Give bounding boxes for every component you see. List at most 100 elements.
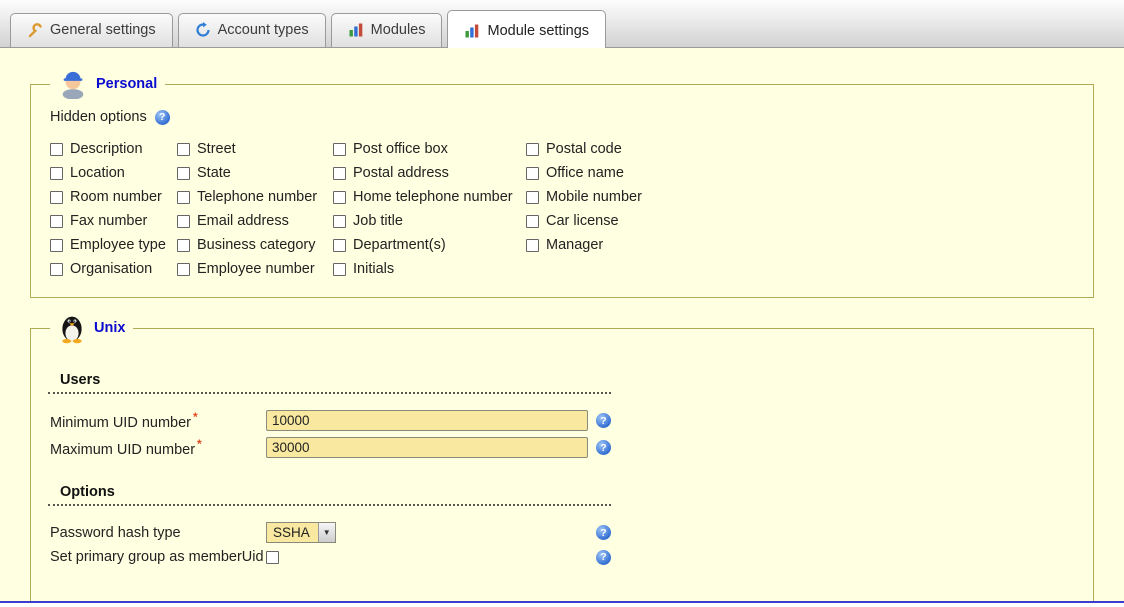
hidden-option[interactable]: Postal code bbox=[526, 141, 1077, 157]
hidden-option-checkbox[interactable] bbox=[50, 143, 63, 156]
hidden-option-checkbox[interactable] bbox=[50, 239, 63, 252]
hidden-option-checkbox[interactable] bbox=[50, 167, 63, 180]
hidden-option-label: Mobile number bbox=[546, 189, 642, 205]
hidden-option-checkbox[interactable] bbox=[333, 239, 346, 252]
hidden-option[interactable]: State bbox=[177, 165, 333, 181]
max-uid-label: Maximum UID number* bbox=[50, 437, 266, 458]
hidden-option-checkbox[interactable] bbox=[526, 143, 539, 156]
help-icon[interactable]: ? bbox=[596, 525, 611, 540]
personal-title: Personal bbox=[96, 76, 157, 92]
hidden-option[interactable]: Location bbox=[50, 165, 177, 181]
password-hash-value: SSHA bbox=[267, 523, 318, 542]
hidden-option[interactable]: Post office box bbox=[333, 141, 526, 157]
max-uid-row: Maximum UID number* ? bbox=[50, 437, 1077, 458]
hidden-option-checkbox[interactable] bbox=[526, 215, 539, 228]
hidden-option-checkbox[interactable] bbox=[177, 191, 190, 204]
person-icon bbox=[58, 69, 88, 99]
hidden-option[interactable]: Description bbox=[50, 141, 177, 157]
hidden-option[interactable]: Mobile number bbox=[526, 189, 1077, 205]
tab-label: Account types bbox=[218, 22, 309, 38]
hidden-option-label: Room number bbox=[70, 189, 162, 205]
hidden-option[interactable]: Employee number bbox=[177, 261, 333, 277]
tab-modules[interactable]: Modules bbox=[331, 13, 443, 47]
hidden-option-label: Job title bbox=[353, 213, 403, 229]
modules-chart-icon bbox=[348, 22, 364, 38]
tab-account-types[interactable]: Account types bbox=[178, 13, 326, 47]
hidden-option-label: Home telephone number bbox=[353, 189, 513, 205]
hidden-option[interactable]: Business category bbox=[177, 237, 333, 253]
member-uid-label: Set primary group as memberUid bbox=[50, 549, 266, 565]
unix-title: Unix bbox=[94, 320, 125, 336]
hidden-option[interactable]: Employee type bbox=[50, 237, 177, 253]
hidden-option-checkbox[interactable] bbox=[177, 167, 190, 180]
min-uid-label: Minimum UID number* bbox=[50, 410, 266, 431]
hidden-option-label: Manager bbox=[546, 237, 603, 253]
hidden-option-label: Fax number bbox=[70, 213, 147, 229]
hidden-option-label: Employee type bbox=[70, 237, 166, 253]
hidden-option[interactable]: Job title bbox=[333, 213, 526, 229]
hidden-option-checkbox[interactable] bbox=[177, 263, 190, 276]
hidden-option[interactable]: Initials bbox=[333, 261, 526, 277]
member-uid-checkbox[interactable] bbox=[266, 551, 279, 564]
hidden-option[interactable]: Office name bbox=[526, 165, 1077, 181]
users-header-label: Users bbox=[60, 372, 100, 388]
hidden-options-row: Hidden options ? bbox=[50, 109, 1077, 125]
hidden-option[interactable]: Street bbox=[177, 141, 333, 157]
hidden-option[interactable]: Telephone number bbox=[177, 189, 333, 205]
tab-bar: General settings Account types Modules bbox=[0, 0, 1124, 48]
hidden-option-checkbox[interactable] bbox=[50, 191, 63, 204]
hidden-option[interactable]: Email address bbox=[177, 213, 333, 229]
hidden-option[interactable]: Department(s) bbox=[333, 237, 526, 253]
hidden-option-checkbox[interactable] bbox=[526, 239, 539, 252]
help-icon[interactable]: ? bbox=[596, 413, 611, 428]
users-section-header: Users bbox=[48, 372, 611, 394]
hidden-option-label: Business category bbox=[197, 237, 315, 253]
hidden-option[interactable]: Room number bbox=[50, 189, 177, 205]
hidden-option[interactable]: Car license bbox=[526, 213, 1077, 229]
options-section-header: Options bbox=[48, 484, 611, 506]
help-icon[interactable]: ? bbox=[155, 110, 170, 125]
hidden-option-label: Email address bbox=[197, 213, 289, 229]
min-uid-input[interactable] bbox=[266, 410, 588, 431]
wrench-icon bbox=[27, 22, 43, 38]
hidden-option[interactable]: Postal address bbox=[333, 165, 526, 181]
tab-label: Modules bbox=[371, 22, 426, 38]
hidden-option-label: Postal code bbox=[546, 141, 622, 157]
hidden-option-label: Employee number bbox=[197, 261, 315, 277]
hidden-option-checkbox[interactable] bbox=[333, 167, 346, 180]
hidden-option-checkbox[interactable] bbox=[333, 215, 346, 228]
hidden-option-label: Telephone number bbox=[197, 189, 317, 205]
hidden-option-label: Post office box bbox=[353, 141, 448, 157]
hidden-option-label: Car license bbox=[546, 213, 619, 229]
hidden-option-label: Description bbox=[70, 141, 143, 157]
help-icon[interactable]: ? bbox=[596, 440, 611, 455]
hidden-option[interactable]: Fax number bbox=[50, 213, 177, 229]
hidden-option-checkbox[interactable] bbox=[177, 143, 190, 156]
hidden-option-checkbox[interactable] bbox=[177, 239, 190, 252]
personal-fieldset: Personal Hidden options ? Description Str… bbox=[30, 69, 1094, 298]
hidden-option-checkbox[interactable] bbox=[333, 143, 346, 156]
max-uid-input[interactable] bbox=[266, 437, 588, 458]
hidden-option-checkbox[interactable] bbox=[177, 215, 190, 228]
tab-module-settings[interactable]: Module settings bbox=[447, 10, 606, 48]
hidden-option-checkbox[interactable] bbox=[333, 263, 346, 276]
hidden-option-checkbox[interactable] bbox=[526, 167, 539, 180]
hidden-option[interactable]: Manager bbox=[526, 237, 1077, 253]
hidden-option-checkbox[interactable] bbox=[50, 263, 63, 276]
hidden-option-label: Office name bbox=[546, 165, 624, 181]
password-hash-select[interactable]: SSHA ▼ bbox=[266, 522, 336, 543]
unix-fieldset: Unix Users Minimum UID number* ? Maximum… bbox=[30, 312, 1094, 603]
hidden-option-checkbox[interactable] bbox=[526, 191, 539, 204]
tab-general-settings[interactable]: General settings bbox=[10, 13, 173, 47]
options-header-label: Options bbox=[60, 484, 115, 500]
hidden-option-checkbox[interactable] bbox=[50, 215, 63, 228]
tab-label: Module settings bbox=[487, 23, 589, 39]
personal-legend: Personal bbox=[50, 69, 165, 99]
member-uid-row: Set primary group as memberUid ? bbox=[50, 549, 1077, 565]
hidden-option[interactable]: Home telephone number bbox=[333, 189, 526, 205]
hidden-option-checkbox[interactable] bbox=[333, 191, 346, 204]
help-icon[interactable]: ? bbox=[596, 550, 611, 565]
required-marker: * bbox=[193, 410, 198, 424]
hidden-option[interactable]: Organisation bbox=[50, 261, 177, 277]
hidden-options-grid: Description Street Post office box Postal c… bbox=[50, 141, 1077, 277]
